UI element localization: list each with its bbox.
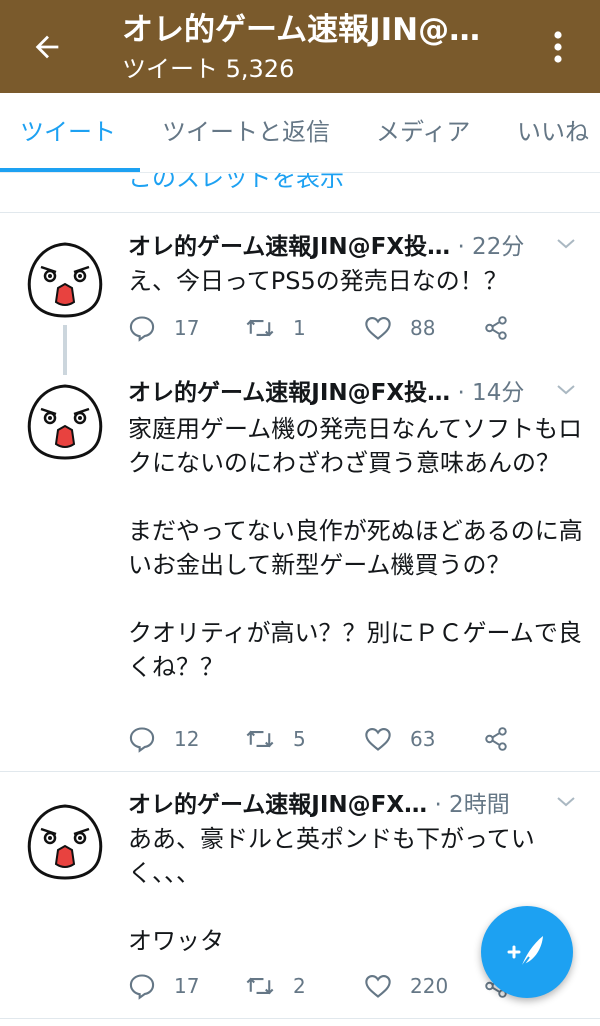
tweet-header: オレ的ゲーム速報JIN@FX投… · 14分 [128, 376, 578, 410]
retweet-button[interactable]: 5 [245, 722, 306, 756]
tweet-header: オレ的ゲーム速報JIN@FX… · 2時間 [128, 788, 578, 822]
reply-icon [129, 316, 155, 342]
retweet-icon [246, 730, 274, 748]
reply-icon [129, 727, 155, 753]
reply-button[interactable]: 12 [128, 722, 199, 756]
reply-button[interactable]: 17 [128, 969, 199, 1003]
tweet-actions: 17 1 88 [128, 311, 588, 345]
profile-name-title: オレ的ゲーム速報JIN@… [122, 12, 481, 48]
tweet-header: オレ的ゲーム速報JIN@FX投… · 22分 [128, 230, 578, 264]
tweet-time[interactable]: · 2時間 [434, 792, 509, 818]
chevron-down-icon[interactable] [554, 378, 578, 402]
profile-tabs: ツイート ツイートと返信 メディア いいね [0, 93, 600, 173]
avatar[interactable] [22, 798, 108, 884]
share-button[interactable] [483, 311, 527, 345]
avatar[interactable] [22, 236, 108, 322]
arrow-left-icon [35, 35, 59, 59]
tweet-time[interactable]: · 22分 [457, 234, 524, 260]
compose-feather-icon [507, 936, 543, 969]
reply-count: 17 [174, 974, 200, 998]
share-icon [485, 316, 507, 340]
retweet-icon [246, 977, 274, 995]
like-count: 63 [410, 727, 436, 751]
heart-icon [365, 728, 391, 751]
author-name[interactable]: オレ的ゲーム速報JIN@FX… [128, 792, 427, 818]
divider [0, 212, 600, 213]
back-button[interactable] [24, 24, 70, 70]
divider [0, 1018, 600, 1019]
avatar[interactable] [22, 378, 108, 464]
retweet-count: 2 [293, 974, 306, 998]
tweet-text: 家庭用ゲーム機の発売日なんてソフトもロクにないのにわざわざ買う意味あんの？ まだ… [128, 415, 583, 681]
share-button[interactable] [483, 722, 527, 756]
author-name[interactable]: オレ的ゲーム速報JIN@FX投… [128, 234, 450, 260]
like-button[interactable]: 88 [364, 311, 435, 345]
heart-icon [365, 975, 391, 998]
reply-icon [129, 974, 155, 1000]
reply-count: 17 [174, 316, 200, 340]
thread-connector [63, 325, 67, 375]
retweet-count: 1 [293, 316, 306, 340]
retweet-icon [246, 319, 274, 337]
reply-button[interactable]: 17 [128, 311, 199, 345]
app-header: オレ的ゲーム速報JIN@… ツイート 5,326 [0, 0, 600, 93]
retweet-button[interactable]: 1 [245, 311, 306, 345]
share-icon [485, 727, 507, 751]
tweet-actions: 12 5 63 [128, 722, 588, 756]
chevron-down-icon[interactable] [554, 790, 578, 814]
retweet-count: 5 [293, 727, 306, 751]
heart-icon [365, 317, 391, 340]
like-count: 220 [410, 974, 449, 998]
tab-tweets[interactable]: ツイート [20, 93, 116, 172]
divider [0, 771, 600, 772]
reply-count: 12 [174, 727, 200, 751]
more-options-button[interactable] [540, 24, 576, 70]
tweet-time[interactable]: · 14分 [457, 380, 524, 406]
tab-tweets-and-replies[interactable]: ツイートと返信 [162, 93, 330, 172]
compose-tweet-button[interactable] [481, 906, 573, 998]
retweet-button[interactable]: 2 [245, 969, 306, 1003]
like-button[interactable]: 220 [364, 969, 448, 1003]
tab-media[interactable]: メディア [376, 93, 470, 172]
tweet-count: ツイート 5,326 [122, 55, 295, 83]
tweet-text: え、今日ってPS5の発売日なの！？ [128, 267, 508, 295]
tab-likes[interactable]: いいね [517, 93, 589, 172]
active-tab-indicator [0, 168, 140, 172]
author-name[interactable]: オレ的ゲーム速報JIN@FX投… [128, 380, 450, 406]
like-count: 88 [410, 316, 436, 340]
like-button[interactable]: 63 [364, 722, 435, 756]
vertical-dots-icon [554, 31, 562, 63]
chevron-down-icon[interactable] [554, 232, 578, 256]
